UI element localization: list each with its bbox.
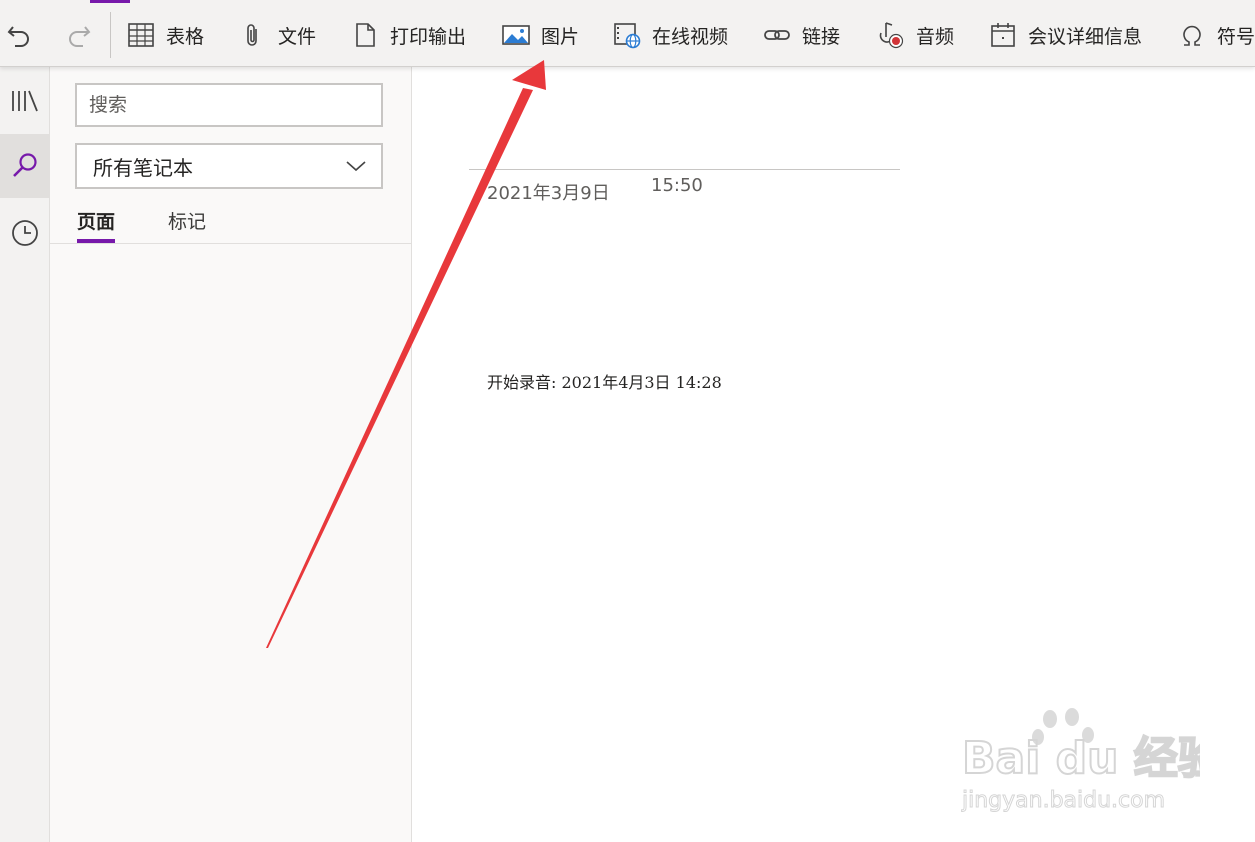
calendar-icon bbox=[988, 20, 1018, 50]
tab-tags[interactable]: 标记 bbox=[168, 207, 206, 243]
search-icon bbox=[12, 153, 37, 177]
insert-printout-button[interactable]: 打印输出 bbox=[350, 18, 466, 52]
insert-link-button[interactable]: 链接 bbox=[762, 18, 840, 52]
toolbar-separator bbox=[110, 12, 111, 58]
search-nav-button[interactable] bbox=[0, 134, 49, 198]
picture-icon bbox=[501, 20, 531, 50]
insert-online-video-label: 在线视频 bbox=[652, 25, 729, 48]
notebook-scope-dropdown[interactable]: 所有笔记本 bbox=[75, 143, 383, 189]
active-tab-indicator bbox=[90, 0, 130, 3]
insert-symbol-button[interactable]: 符号 bbox=[1178, 18, 1255, 52]
record-audio-button[interactable]: 音频 bbox=[876, 18, 954, 52]
insert-picture-button[interactable]: 图片 bbox=[501, 18, 579, 52]
document-icon bbox=[350, 20, 380, 50]
insert-online-video-button[interactable]: 在线视频 bbox=[612, 18, 728, 52]
insert-link-label: 链接 bbox=[802, 25, 841, 48]
record-audio-label: 音频 bbox=[916, 25, 955, 48]
insert-symbol-label: 符号 bbox=[1216, 25, 1255, 48]
tab-pages[interactable]: 页面 bbox=[77, 207, 116, 243]
notebooks-icon bbox=[11, 90, 38, 112]
insert-printout-label: 打印输出 bbox=[390, 25, 467, 48]
watermark-brand: Bai du 经验 bbox=[962, 733, 1200, 784]
chevron-down-icon bbox=[346, 161, 366, 172]
audio-record-icon bbox=[876, 20, 906, 50]
insert-picture-label: 图片 bbox=[541, 25, 580, 48]
page-time: 15:50 bbox=[651, 175, 703, 196]
notebooks-button[interactable] bbox=[0, 69, 49, 133]
clock-icon bbox=[11, 220, 38, 246]
undo-icon bbox=[7, 26, 29, 47]
insert-table-button[interactable]: 表格 bbox=[126, 18, 204, 52]
undo-button[interactable] bbox=[2, 18, 36, 52]
page-date: 2021年3月9日 bbox=[487, 183, 610, 204]
page-title-underline bbox=[469, 169, 900, 170]
baidu-jingyan-watermark: Bai du 经验 jingyan.baidu.com bbox=[961, 708, 1200, 814]
meeting-details-label: 会议详细信息 bbox=[1028, 25, 1143, 48]
insert-table-label: 表格 bbox=[166, 25, 205, 48]
insert-ribbon: 表格 文件 打印输出 图片 在线视频 链接 音频 会议详细信息 符号 bbox=[0, 0, 1255, 67]
meeting-details-button[interactable]: 会议详细信息 bbox=[988, 18, 1142, 52]
search-pane: 所有笔记本 页面 标记 bbox=[50, 67, 412, 842]
link-icon bbox=[762, 20, 792, 50]
insert-file-label: 文件 bbox=[278, 25, 317, 48]
insert-file-button[interactable]: 文件 bbox=[238, 18, 316, 52]
paperclip-icon bbox=[238, 20, 268, 50]
recent-notes-button[interactable] bbox=[0, 201, 49, 265]
recording-note[interactable]: 开始录音: 2021年4月3日 14:28 bbox=[487, 369, 722, 393]
navigation-rail bbox=[0, 67, 50, 842]
redo-icon bbox=[69, 26, 91, 47]
redo-button[interactable] bbox=[62, 18, 96, 52]
notebook-scope-value: 所有笔记本 bbox=[93, 155, 193, 180]
pane-divider bbox=[50, 243, 411, 244]
online-video-icon bbox=[612, 20, 642, 50]
omega-icon bbox=[1178, 20, 1207, 50]
search-input[interactable] bbox=[75, 83, 383, 127]
table-icon bbox=[126, 20, 156, 50]
watermark-url: jingyan.baidu.com bbox=[961, 788, 1165, 813]
